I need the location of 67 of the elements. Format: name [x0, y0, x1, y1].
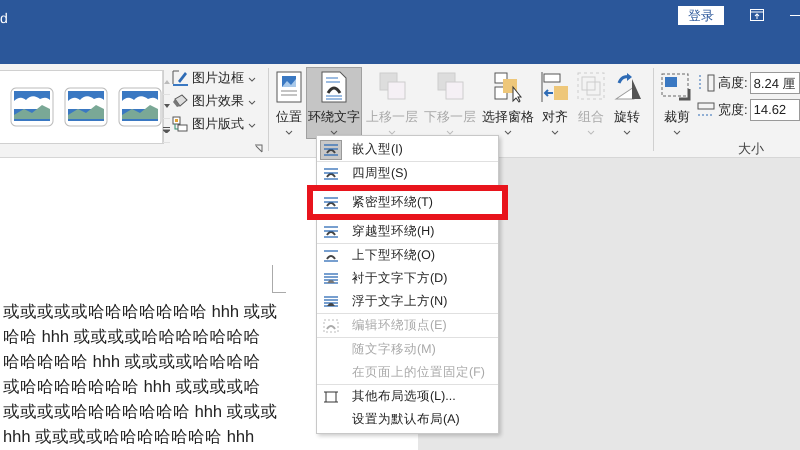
picture-effects-icon — [172, 92, 188, 109]
layout-options-icon — [323, 390, 339, 404]
text-layer-icon — [322, 294, 340, 308]
wrap-text-icon — [322, 248, 340, 262]
wrap-text-icon — [322, 166, 340, 180]
caret-icon — [446, 130, 454, 135]
picture-tool-button[interactable]: 图片边框 — [172, 68, 264, 88]
up-arrow-icon — [164, 80, 170, 84]
document-text-line: 或或或或或哈哈哈哈哈哈哈 hhh 或或 — [2, 302, 278, 323]
picture-layout-icon — [172, 116, 188, 132]
caret-icon — [330, 130, 338, 135]
menu-item[interactable]: 其他布局选项(L)... — [317, 384, 498, 408]
document-text-line: hhh 或或或或哈哈哈哈哈哈哈 hhh — [2, 427, 254, 448]
crop-button[interactable]: 裁剪 — [659, 66, 695, 139]
document-text-line: 哈哈哈哈哈 hhh 或或或或哈哈哈哈 — [2, 352, 261, 373]
caret-icon — [504, 130, 512, 135]
picture-style-thumbnail — [10, 86, 54, 127]
dialog-launcher-icon[interactable] — [254, 144, 263, 153]
ribbon-button[interactable]: 对齐 — [538, 66, 572, 139]
menu-item[interactable]: 紧密型环绕(T) — [317, 191, 498, 214]
caret-icon — [248, 100, 256, 106]
wrap-text-icon — [322, 224, 340, 238]
caret-icon — [285, 130, 293, 135]
wrap-text-icon — [321, 70, 347, 103]
caret-icon — [587, 130, 595, 135]
picture-border-icon — [172, 70, 188, 86]
width-label: 宽度: — [718, 100, 748, 119]
align-icon — [540, 70, 570, 103]
caret-icon — [623, 130, 631, 135]
menu-item[interactable]: 设置为默认布局(A) — [317, 408, 498, 431]
menu-item[interactable]: 上下型环绕(O) — [317, 243, 498, 267]
crop-icon — [661, 70, 693, 103]
down-arrow-icon — [164, 104, 170, 108]
menu-item[interactable]: 浮于文字上方(N) — [317, 290, 498, 313]
ribbon-display-icon[interactable] — [750, 9, 764, 21]
height-input[interactable]: 8.24 厘 — [750, 72, 800, 94]
height-label: 高度: — [718, 74, 748, 92]
group-label: 大小 — [738, 140, 764, 158]
width-input[interactable]: 14.62 — [750, 98, 800, 121]
picture-style-thumbnail — [64, 86, 108, 127]
menu-item[interactable]: 嵌入型(I) — [317, 138, 498, 161]
selection-pane-icon — [493, 70, 523, 103]
ribbon-button[interactable]: 旋转 — [610, 66, 644, 139]
ribbon-button[interactable]: 位置 — [274, 66, 304, 139]
menu-item[interactable]: 衬于文字下方(D) — [317, 267, 498, 290]
more-arrow-icon — [163, 127, 170, 134]
minimize-icon[interactable] — [790, 15, 800, 17]
corner-mark-icon — [272, 265, 286, 293]
text-layer-icon — [322, 272, 340, 286]
caret-icon — [248, 77, 256, 82]
caret-icon — [673, 130, 681, 135]
picture-tool-button[interactable]: 图片效果 — [172, 90, 264, 111]
caret-icon — [248, 123, 256, 128]
ribbon-button[interactable]: 环绕文字 — [306, 66, 362, 139]
window-title: d — [0, 10, 8, 26]
picture-tool-button[interactable]: 图片版式 — [172, 114, 264, 134]
wrap-text-icon — [322, 196, 340, 210]
document-text-line: 或哈哈哈哈哈哈哈 hhh 或或或或哈 — [2, 377, 261, 398]
login-button[interactable]: 登录 — [678, 6, 724, 25]
wrap-text-icon — [322, 142, 340, 156]
document-text-line: 哈哈 hhh 或或或或哈哈哈哈哈哈哈 — [2, 327, 261, 348]
document-text-line: 或或或或哈哈哈哈哈哈哈 hhh 或或或 — [2, 402, 278, 423]
position-icon — [276, 70, 302, 103]
caret-icon — [551, 130, 559, 135]
edit-points-icon — [322, 318, 340, 334]
caret-icon — [388, 130, 396, 135]
menu-item[interactable]: 穿越型环绕(H) — [317, 220, 498, 243]
